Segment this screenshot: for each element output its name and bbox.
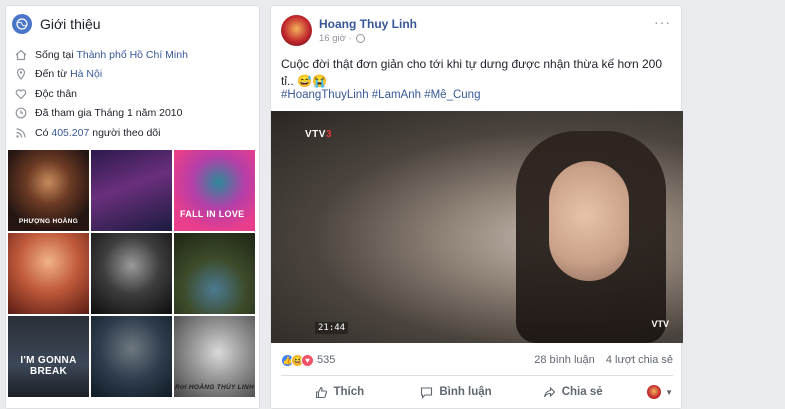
photo-grid: PHƯỢNG HOÀNG FALL IN LOVE I'M GONNA BREA… — [8, 150, 258, 397]
reactions-count[interactable]: 535 — [317, 354, 335, 366]
intro-title: Giới thiệu — [40, 16, 101, 32]
corner-logo: VTV — [651, 319, 669, 329]
from-row: Đến từ Hà Nội — [14, 65, 259, 85]
actions-divider — [281, 375, 673, 376]
followers-prefix: Có — [35, 126, 49, 139]
channel-logo: VTV3 — [305, 129, 332, 140]
share-icon — [543, 386, 556, 399]
viewer-avatar — [647, 385, 662, 399]
post-timestamp[interactable]: 16 giờ · — [319, 33, 352, 44]
lives-in-row: Sống tại Thành phố Hồ Chí Minh — [14, 45, 259, 65]
public-globe-icon — [355, 34, 365, 43]
photo-thumbnail[interactable]: Rời HOÀNG THÙY LINH — [174, 316, 255, 397]
globe-icon — [12, 14, 32, 34]
heart-icon — [14, 87, 28, 101]
love-reaction-icon: ♥ — [301, 353, 314, 367]
photo-caption: FALL IN LOVE — [180, 209, 245, 219]
photo-thumbnail[interactable]: FALL IN LOVE — [174, 150, 255, 231]
video-timestamp: 21:44 — [315, 322, 349, 334]
comment-icon — [420, 386, 433, 399]
followers-suffix: người theo dõi — [92, 126, 161, 139]
intro-info-list: Sống tại Thành phố Hồ Chí Minh Đến từ Hà… — [6, 45, 259, 143]
photo-thumbnail[interactable] — [8, 233, 89, 314]
like-label: Thích — [333, 386, 365, 398]
post-card: Hoang Thuy Linh 16 giờ · ··· Cuộc đời th… — [270, 5, 683, 409]
home-icon — [14, 48, 28, 62]
shares-count-link[interactable]: 4 lượt chia sẻ — [606, 354, 673, 366]
more-options-icon[interactable]: ··· — [654, 14, 671, 30]
author-name-link[interactable]: Hoang Thuy Linh — [319, 17, 417, 31]
post-text: Cuộc đời thật đơn giản cho tới khi tự dư… — [281, 57, 663, 88]
intro-card: Giới thiệu Sống tại Thành phố Hồ Chí Min… — [5, 5, 260, 409]
rss-icon — [14, 126, 28, 140]
channel-name: VTV — [305, 129, 326, 140]
video-frame-face — [549, 161, 629, 281]
share-label: Chia sẻ — [561, 386, 603, 398]
post-hashtags[interactable]: #HoangThuyLinh #LamAnh #Mê_Cung — [281, 89, 480, 101]
from-prefix: Đến từ — [35, 68, 68, 81]
photo-thumbnail[interactable] — [91, 233, 172, 314]
thumbs-up-icon — [315, 386, 328, 399]
relationship-row: Độc thân — [14, 84, 259, 104]
photo-thumbnail[interactable]: PHƯỢNG HOÀNG — [8, 150, 89, 231]
photo-caption: I'M GONNA BREAK — [20, 355, 77, 377]
location-pin-icon — [14, 67, 28, 81]
photo-caption: PHƯỢNG HOÀNG — [18, 218, 79, 225]
post-actions: Thích Bình luận Chia sẻ ▼ — [281, 382, 673, 402]
video-player[interactable]: VTV3 21:44 VTV — [271, 111, 683, 343]
post-stats: 👍 😆 ♥ 535 28 bình luận 4 lượt chia sẻ — [281, 353, 673, 367]
reactions-summary[interactable]: 👍 😆 ♥ — [281, 353, 314, 367]
comment-button[interactable]: Bình luận — [398, 386, 515, 399]
like-button[interactable]: Thích — [281, 386, 398, 399]
author-avatar[interactable] — [281, 15, 312, 46]
joined-row: Đã tham gia Tháng 1 năm 2010 — [14, 104, 259, 124]
channel-number: 3 — [325, 129, 333, 140]
share-button[interactable]: Chia sẻ — [514, 386, 631, 399]
followers-row: Có 405.207 người theo dõi — [14, 123, 259, 143]
chevron-down-icon: ▼ — [665, 387, 674, 397]
from-city-link[interactable]: Hà Nội — [70, 68, 102, 80]
lives-in-city-link[interactable]: Thành phố Hồ Chí Minh — [76, 49, 187, 61]
followers-count-link[interactable]: 405.207 — [51, 127, 89, 139]
post-as-selector[interactable]: ▼ — [631, 385, 673, 399]
photo-thumbnail[interactable] — [91, 150, 172, 231]
post-meta: 16 giờ · — [319, 33, 365, 44]
photo-thumbnail[interactable] — [91, 316, 172, 397]
relationship-text: Độc thân — [35, 87, 78, 100]
photo-caption: Rời HOÀNG THÙY LINH — [175, 384, 254, 391]
photo-thumbnail[interactable]: I'M GONNA BREAK — [8, 316, 89, 397]
comments-count-link[interactable]: 28 bình luận — [534, 354, 595, 366]
joined-text: Đã tham gia Tháng 1 năm 2010 — [35, 107, 183, 120]
stats-right: 28 bình luận 4 lượt chia sẻ — [526, 354, 673, 366]
photo-thumbnail[interactable] — [174, 233, 255, 314]
lives-in-prefix: Sống tại — [35, 48, 74, 61]
intro-header: Giới thiệu — [6, 6, 259, 42]
clock-icon — [14, 106, 28, 120]
comment-label: Bình luận — [439, 386, 492, 398]
